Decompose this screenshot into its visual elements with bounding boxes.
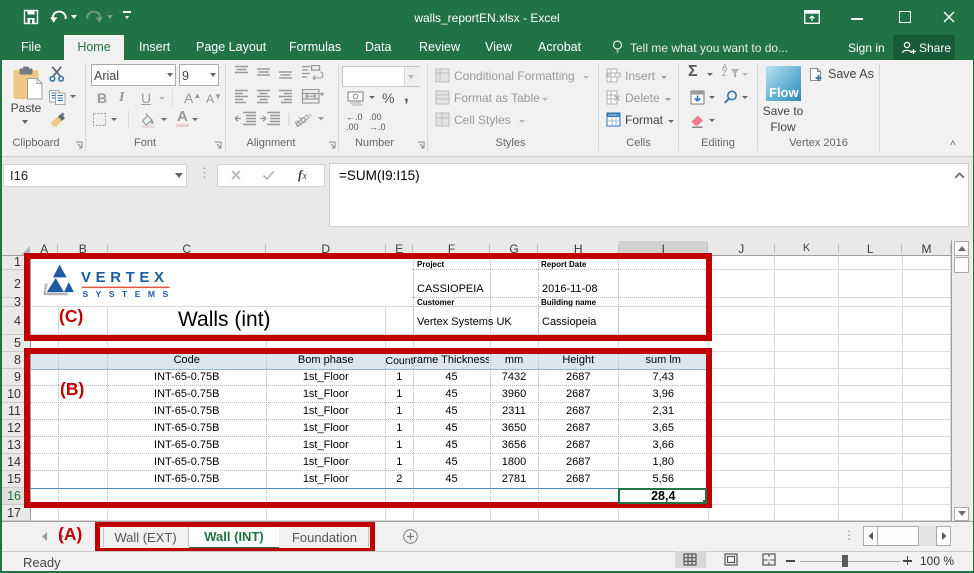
svg-text:Flow: Flow <box>769 85 799 100</box>
